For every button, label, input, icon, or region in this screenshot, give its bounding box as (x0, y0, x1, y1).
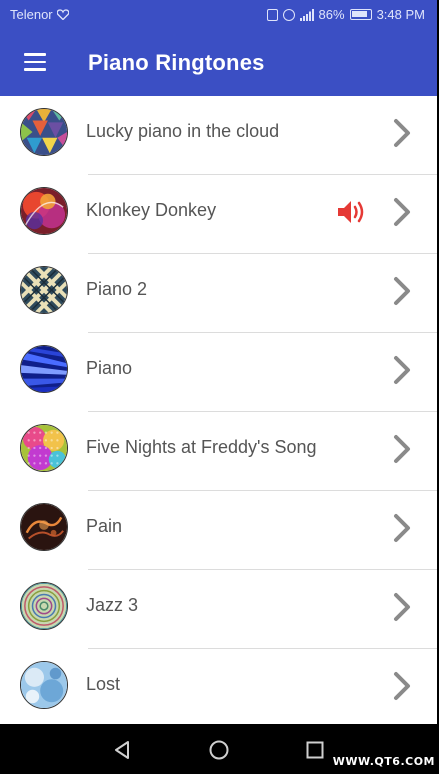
status-right: 86% 3:48 PM (266, 7, 425, 22)
ringtone-label: Piano 2 (86, 279, 148, 299)
carrier-name: Telenor (10, 7, 53, 22)
ringtone-item[interactable]: Five Nights at Freddy's Song (0, 412, 437, 491)
hamburger-menu-icon[interactable] (24, 53, 46, 71)
ringtone-thumbnail (20, 582, 68, 630)
ringtone-thumbnail (20, 661, 68, 709)
ringtone-item[interactable]: Piano (0, 333, 437, 412)
screen: Telenor 86% 3:48 PM Piano Ringtones Luck… (0, 0, 437, 774)
ringtone-thumbnail (20, 266, 68, 314)
ringtone-label: Lost (86, 674, 121, 694)
home-icon[interactable] (207, 738, 231, 762)
chevron-right-icon (394, 277, 410, 305)
ringtone-thumbnail (20, 345, 68, 393)
chevron-right-icon (394, 593, 410, 621)
recents-icon[interactable] (303, 738, 327, 762)
ringtone-item[interactable]: Jazz 3 (0, 570, 437, 649)
ringtone-label: Pain (86, 516, 123, 536)
chevron-right-icon (394, 672, 410, 700)
ringtone-label: Five Nights at Freddy's Song (86, 437, 317, 457)
chevron-right-icon (394, 514, 410, 542)
ringtone-list: Lucky piano in the cloud Klonkey Donkey (0, 96, 437, 728)
chevron-right-icon (394, 435, 410, 463)
ringtone-item[interactable]: Lost (0, 649, 437, 728)
status-left: Telenor (10, 7, 69, 22)
ringtone-label: Piano (86, 358, 133, 378)
ringtone-item[interactable]: Pain (0, 491, 437, 570)
signal-icon (299, 8, 314, 21)
ringtone-thumbnail (20, 187, 68, 235)
page-title: Piano Ringtones (88, 50, 265, 75)
navigation-bar: WWW.QT6.COM (0, 724, 439, 774)
alarm-icon (282, 8, 295, 21)
chevron-right-icon (394, 198, 410, 226)
nfc-icon (266, 8, 278, 21)
ringtone-item[interactable]: Piano 2 (0, 254, 437, 333)
ringtone-label: Jazz 3 (86, 595, 139, 615)
app-bar: Piano Ringtones (0, 30, 437, 96)
status-bar: Telenor 86% 3:48 PM (0, 0, 437, 30)
heart-icon (56, 9, 69, 20)
ringtone-item[interactable]: Lucky piano in the cloud (0, 96, 437, 175)
speaker-playing-icon[interactable] (337, 199, 369, 225)
ringtone-item[interactable]: Klonkey Donkey (0, 175, 437, 254)
battery-percent: 86% (318, 7, 345, 22)
battery-icon (349, 9, 372, 20)
ringtone-label: Klonkey Donkey (86, 200, 217, 220)
ringtone-thumbnail (20, 503, 68, 551)
ringtone-label: Lucky piano in the cloud (86, 121, 280, 141)
chevron-right-icon (394, 356, 410, 384)
clock: 3:48 PM (376, 7, 425, 22)
chevron-right-icon (394, 119, 410, 147)
back-icon[interactable] (110, 738, 134, 762)
ringtone-thumbnail (20, 424, 68, 472)
ringtone-thumbnail (20, 108, 68, 156)
watermark-text: WWW.QT6.COM (332, 755, 435, 768)
